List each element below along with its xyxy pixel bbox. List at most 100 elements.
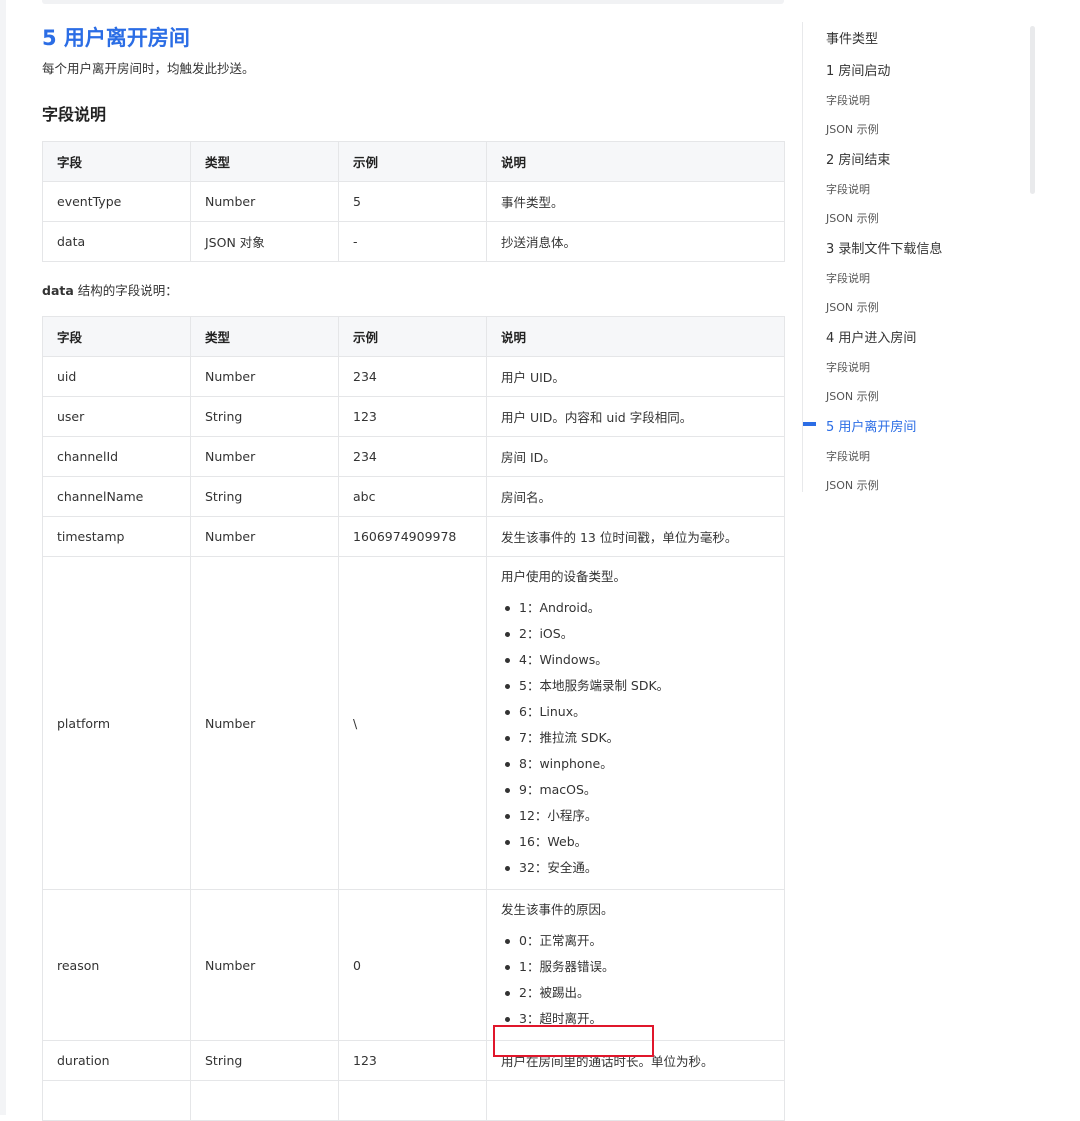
type-cell: JSON 对象 xyxy=(190,221,339,262)
field-cell: reason xyxy=(42,889,191,1041)
type-cell: String xyxy=(190,1040,339,1081)
example-cell: - xyxy=(338,221,487,262)
field-cell: user xyxy=(42,396,191,437)
column-header: 类型 xyxy=(190,141,339,182)
toc-subitem-fields[interactable]: 字段说明 xyxy=(826,448,870,464)
description-heading: 用户使用的设备类型。 xyxy=(501,569,627,584)
list-item: 2：iOS。 xyxy=(501,621,770,647)
table-header-row: 字段 类型 示例 说明 xyxy=(42,141,785,182)
data-fields-table: 字段 类型 示例 说明 uid Number 234 用户 UID。 user … xyxy=(42,316,785,1121)
toc-item-room-start[interactable]: 1 房间启动 xyxy=(826,60,890,79)
field-cell: duration xyxy=(42,1040,191,1081)
table-row: user String 123 用户 UID。内容和 uid 字段相同。 xyxy=(42,396,785,437)
event-fields-table: 字段 类型 示例 说明 eventType Number 5 事件类型。 dat… xyxy=(42,141,785,262)
description-cell: 用户使用的设备类型。 1：Android。 2：iOS。 4：Windows。 … xyxy=(486,556,785,890)
toc-subitem-fields[interactable]: 字段说明 xyxy=(826,92,870,108)
field-cell: channelId xyxy=(42,436,191,477)
field-cell: data xyxy=(42,221,191,262)
field-cell: platform xyxy=(42,556,191,890)
table-header-row: 字段 类型 示例 说明 xyxy=(42,316,785,357)
toc-active-marker xyxy=(803,422,816,426)
left-edge-strip xyxy=(0,0,6,1115)
list-item: 2：被踢出。 xyxy=(501,980,770,1006)
scrollbar-thumb[interactable] xyxy=(1030,26,1035,194)
list-item: 1：Android。 xyxy=(501,595,770,621)
table-row: channelName String abc 房间名。 xyxy=(42,476,785,517)
list-item: 7：推拉流 SDK。 xyxy=(501,725,770,751)
example-cell: 5 xyxy=(338,181,487,222)
table-row: eventType Number 5 事件类型。 xyxy=(42,181,785,222)
list-item: 32：安全通。 xyxy=(501,855,770,881)
toc-item-recording-download[interactable]: 3 录制文件下载信息 xyxy=(826,238,942,257)
field-cell: uid xyxy=(42,356,191,397)
page-title: 5 用户离开房间 xyxy=(42,26,190,50)
column-header: 说明 xyxy=(486,141,785,182)
list-item: 9：macOS。 xyxy=(501,777,770,803)
type-cell: Number xyxy=(190,181,339,222)
table-of-contents: 事件类型 1 房间启动 字段说明 JSON 示例 2 房间结束 字段说明 JSO… xyxy=(802,22,1033,492)
column-header: 示例 xyxy=(338,316,487,357)
toc-item-room-end[interactable]: 2 房间结束 xyxy=(826,149,890,168)
description-cell: 用户 UID。 xyxy=(486,356,785,397)
main-content: 5 用户离开房间 每个用户离开房间时，均触发此抄送。 字段说明 字段 类型 示例… xyxy=(42,18,785,1121)
table-row: channelId Number 234 房间 ID。 xyxy=(42,436,785,477)
type-cell: Number xyxy=(190,436,339,477)
type-cell: Number xyxy=(190,889,339,1041)
column-header: 字段 xyxy=(42,316,191,357)
type-cell: String xyxy=(190,476,339,517)
data-keyword: data xyxy=(42,283,74,298)
example-cell: 234 xyxy=(338,356,487,397)
description-cell: 抄送消息体。 xyxy=(486,221,785,262)
reason-list: 0：正常离开。 1：服务器错误。 2：被踢出。 3：超时离开。 xyxy=(501,928,770,1032)
toc-subitem-fields[interactable]: 字段说明 xyxy=(826,359,870,375)
example-cell: 1606974909978 xyxy=(338,516,487,557)
table-row: timestamp Number 1606974909978 发生该事件的 13… xyxy=(42,516,785,557)
example-cell: 0 xyxy=(338,889,487,1041)
toc-subitem-json[interactable]: JSON 示例 xyxy=(826,210,879,226)
toc-subitem-fields[interactable]: 字段说明 xyxy=(826,270,870,286)
description-cell: 发生该事件的原因。 0：正常离开。 1：服务器错误。 2：被踢出。 3：超时离开… xyxy=(486,889,785,1041)
highlight-box xyxy=(493,1025,654,1057)
column-header: 类型 xyxy=(190,316,339,357)
example-cell: 234 xyxy=(338,436,487,477)
description-cell: 房间 ID。 xyxy=(486,436,785,477)
table-row: data JSON 对象 - 抄送消息体。 xyxy=(42,221,785,262)
list-item: 8：winphone。 xyxy=(501,751,770,777)
table-row: duration String 123 用户在房间里的通话时长。单位为秒。 xyxy=(42,1040,785,1081)
toc-subitem-json[interactable]: JSON 示例 xyxy=(826,299,879,315)
field-cell: eventType xyxy=(42,181,191,222)
table-row: uid Number 234 用户 UID。 xyxy=(42,356,785,397)
column-header: 说明 xyxy=(486,316,785,357)
description-cell: 发生该事件的 13 位时间戳，单位为毫秒。 xyxy=(486,516,785,557)
data-structure-note: data 结构的字段说明： xyxy=(42,282,784,300)
table-row-platform: platform Number \ 用户使用的设备类型。 1：Android。 … xyxy=(42,556,785,890)
toc-subitem-json[interactable]: JSON 示例 xyxy=(826,121,879,137)
list-item: 1：服务器错误。 xyxy=(501,954,770,980)
field-cell: channelName xyxy=(42,476,191,517)
type-cell: Number xyxy=(190,356,339,397)
toc-subitem-json[interactable]: JSON 示例 xyxy=(826,477,879,493)
toc-item-user-leave[interactable]: 5 用户离开房间 xyxy=(826,416,916,435)
platform-list: 1：Android。 2：iOS。 4：Windows。 5：本地服务端录制 S… xyxy=(501,595,770,881)
toc-subitem-fields[interactable]: 字段说明 xyxy=(826,181,870,197)
example-cell: 123 xyxy=(338,396,487,437)
description-cell: 事件类型。 xyxy=(486,181,785,222)
intro-text: 每个用户离开房间时，均触发此抄送。 xyxy=(42,61,255,76)
column-header: 示例 xyxy=(338,141,487,182)
list-item: 16：Web。 xyxy=(501,829,770,855)
example-cell: 123 xyxy=(338,1040,487,1081)
toc-item-user-join[interactable]: 4 用户进入房间 xyxy=(826,327,916,346)
data-note-text: 结构的字段说明： xyxy=(73,283,178,298)
description-cell: 房间名。 xyxy=(486,476,785,517)
list-item: 4：Windows。 xyxy=(501,647,770,673)
top-divider xyxy=(42,0,784,4)
type-cell: Number xyxy=(190,516,339,557)
toc-subitem-json[interactable]: JSON 示例 xyxy=(826,388,879,404)
toc-heading[interactable]: 事件类型 xyxy=(826,28,878,47)
section-title: 字段说明 xyxy=(42,105,107,124)
example-cell: \ xyxy=(338,556,487,890)
column-header: 字段 xyxy=(42,141,191,182)
example-cell: abc xyxy=(338,476,487,517)
list-item: 0：正常离开。 xyxy=(501,928,770,954)
field-cell: timestamp xyxy=(42,516,191,557)
